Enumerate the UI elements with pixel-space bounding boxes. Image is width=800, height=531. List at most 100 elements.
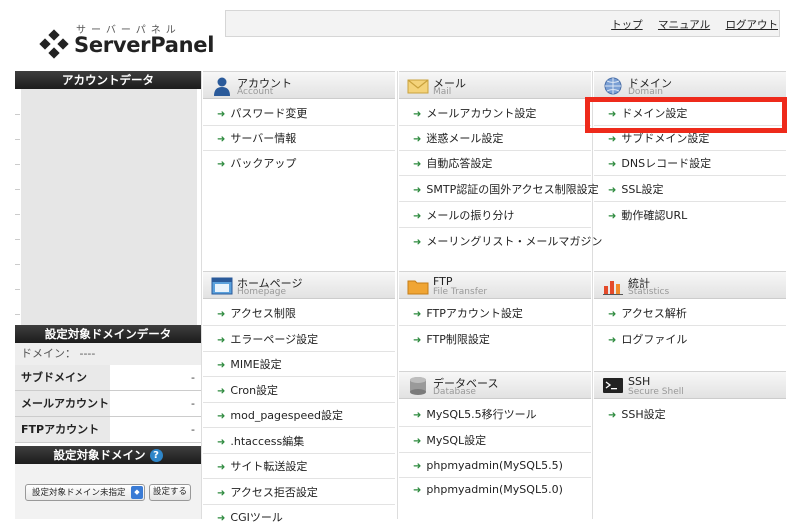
- arrow-icon: ➜: [413, 185, 422, 196]
- section-stats-header: 統計 Statistics: [594, 271, 786, 299]
- section-ftp-header: FTP File Transfer: [399, 271, 591, 299]
- arrow-icon: ➜: [413, 159, 422, 170]
- item-label: 動作確認URL: [621, 209, 688, 222]
- database-icon: [410, 377, 426, 395]
- item-label: メーリングリスト・メールマガジン: [426, 235, 603, 248]
- help-icon[interactable]: ?: [149, 449, 163, 462]
- top-link[interactable]: トップ: [611, 19, 643, 31]
- item-label: SMTP認証の国外アクセス制限設定: [426, 183, 599, 196]
- item-label: エラーページ設定: [230, 333, 319, 346]
- password-change-link[interactable]: ➜ パスワード変更: [203, 101, 395, 126]
- section-ssh-header: SSH Secure Shell: [594, 371, 786, 399]
- item-label: SSH設定: [621, 408, 666, 421]
- arrow-icon: ➜: [217, 309, 226, 320]
- ssl-setting-link[interactable]: ➜ SSL設定: [594, 177, 786, 202]
- arrow-icon: ➜: [413, 109, 422, 120]
- cron-setting-link[interactable]: ➜ Cron設定: [203, 378, 395, 403]
- section-subtitle: Statistics: [628, 287, 670, 297]
- kv-key: メールアカウント: [15, 391, 110, 416]
- arrow-icon: ➜: [608, 185, 617, 196]
- access-analysis-link[interactable]: ➜ アクセス解析: [594, 301, 786, 326]
- domain-select-value: 設定対象ドメイン未指定: [32, 488, 126, 498]
- kv-value: -: [191, 423, 195, 436]
- globe-icon: [604, 77, 622, 95]
- arrow-icon: ➜: [413, 461, 422, 472]
- browser-window-icon: [211, 277, 233, 295]
- sidebar: アカウントデータ 設定対象ドメインデータ ドメイン： ---- サブドメイン -…: [15, 71, 201, 519]
- arrow-icon: ➜: [608, 410, 617, 421]
- updown-arrow-icon: ◆: [131, 486, 143, 499]
- log-file-link[interactable]: ➜ ログファイル: [594, 327, 786, 352]
- mime-setting-link[interactable]: ➜ MIME設定: [203, 352, 395, 377]
- arrow-icon: ➜: [413, 309, 422, 320]
- dns-record-link[interactable]: ➜ DNSレコード設定: [594, 151, 786, 176]
- phpmyadmin-55-link[interactable]: ➜ phpmyadmin(MySQL5.5): [399, 453, 591, 478]
- item-label: .htaccess編集: [230, 435, 305, 448]
- item-label: サイト転送設定: [230, 460, 308, 473]
- section-subtitle: Mail: [433, 87, 452, 97]
- mail-account-setting-link[interactable]: ➜ メールアカウント設定: [399, 101, 591, 126]
- arrow-icon: ➜: [217, 386, 226, 397]
- arrow-icon: ➜: [217, 134, 226, 145]
- auto-reply-link[interactable]: ➜ 自動応答設定: [399, 151, 591, 176]
- target-domain-data-title: 設定対象ドメインデータ: [15, 325, 201, 343]
- arrow-icon: ➜: [413, 335, 422, 346]
- item-label: MySQL設定: [426, 434, 487, 447]
- domain-select-area: 設定対象ドメイン未指定 ◆ 設定する: [15, 464, 201, 519]
- access-deny-link[interactable]: ➜ アクセス拒否設定: [203, 480, 395, 505]
- item-label: phpmyadmin(MySQL5.0): [426, 483, 563, 496]
- mysql-migration-link[interactable]: ➜ MySQL5.5移行ツール: [399, 402, 591, 427]
- ftp-account-row: FTPアカウント -: [15, 417, 201, 443]
- bar-chart-icon: [603, 281, 623, 295]
- arrow-icon: ➜: [413, 485, 422, 496]
- mail-account-row: メールアカウント -: [15, 391, 201, 417]
- phpmyadmin-50-link[interactable]: ➜ phpmyadmin(MySQL5.0): [399, 477, 591, 502]
- mailing-list-link[interactable]: ➜ メーリングリスト・メールマガジン: [399, 229, 602, 254]
- logout-link[interactable]: ログアウト: [726, 19, 779, 31]
- kv-value: -: [191, 397, 195, 410]
- domain-line: ドメイン： ----: [15, 343, 201, 365]
- check-url-link[interactable]: ➜ 動作確認URL: [594, 203, 786, 228]
- manual-link[interactable]: マニュアル: [658, 19, 710, 31]
- access-restriction-link[interactable]: ➜ アクセス制限: [203, 301, 395, 326]
- arrow-icon: ➜: [217, 488, 226, 499]
- ftp-restriction-link[interactable]: ➜ FTP制限設定: [399, 327, 591, 352]
- column-divider: [592, 71, 593, 519]
- mysql-setting-link[interactable]: ➜ MySQL設定: [399, 428, 591, 453]
- ssh-setting-link[interactable]: ➜ SSH設定: [594, 402, 786, 427]
- section-account-header: アカウント Account: [203, 71, 395, 99]
- arrow-icon: ➜: [608, 335, 617, 346]
- arrow-icon: ➜: [217, 411, 226, 422]
- htaccess-edit-link[interactable]: ➜ .htaccess編集: [203, 429, 395, 454]
- error-page-link[interactable]: ➜ エラーページ設定: [203, 327, 395, 352]
- arrow-icon: ➜: [217, 360, 226, 371]
- cgi-tools-link[interactable]: ➜ CGIツール: [203, 505, 395, 530]
- backup-link[interactable]: ➜ バックアップ: [203, 151, 395, 176]
- column-account-homepage: アカウント Account ➜ パスワード変更 ➜ サーバー情報 ➜ バックアップ ホ…: [203, 71, 395, 524]
- top-links: トップ マニュアル ログアウト: [599, 17, 778, 32]
- arrow-icon: ➜: [217, 335, 226, 346]
- spam-setting-link[interactable]: ➜ 迷惑メール設定: [399, 126, 591, 151]
- arrow-icon: ➜: [608, 159, 617, 170]
- folder-icon: [407, 280, 429, 295]
- logo-diamond-icon: [39, 29, 69, 59]
- column-mail-ftp-db: メール Mail ➜ メールアカウント設定 ➜ 迷惑メール設定 ➜ 自動応答設定 ➜ S…: [399, 71, 602, 519]
- mod-pagespeed-link[interactable]: ➜ mod_pagespeed設定: [203, 403, 395, 428]
- item-label: アクセス拒否設定: [230, 486, 318, 499]
- server-info-link[interactable]: ➜ サーバー情報: [203, 126, 395, 151]
- set-domain-button[interactable]: 設定する: [149, 484, 191, 501]
- item-label: mod_pagespeed設定: [230, 409, 344, 422]
- section-mail-header: メール Mail: [399, 71, 591, 99]
- item-label: メールアカウント設定: [426, 107, 537, 120]
- section-domain-header: ドメイン Domain: [594, 71, 786, 99]
- ftp-account-setting-link[interactable]: ➜ FTPアカウント設定: [399, 301, 591, 326]
- mail-filter-link[interactable]: ➜ メールの振り分け: [399, 203, 591, 228]
- smtp-restriction-link[interactable]: ➜ SMTP認証の国外アクセス制限設定: [399, 177, 599, 202]
- arrow-icon: ➜: [413, 211, 422, 222]
- item-label: MySQL5.5移行ツール: [426, 408, 537, 421]
- arrow-icon: ➜: [608, 309, 617, 320]
- kv-key: サブドメイン: [15, 365, 110, 390]
- item-label: アクセス解析: [621, 307, 687, 320]
- site-redirect-link[interactable]: ➜ サイト転送設定: [203, 454, 395, 479]
- domain-select[interactable]: 設定対象ドメイン未指定 ◆: [25, 484, 145, 501]
